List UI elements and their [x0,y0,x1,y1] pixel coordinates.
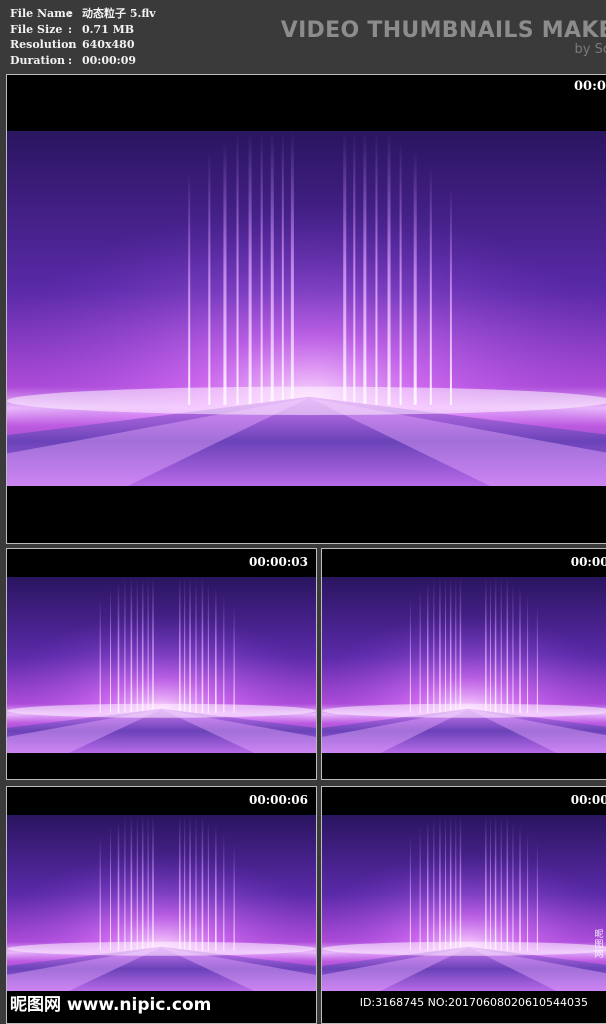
brand-subtitle: by Sc [574,42,606,57]
video-frame-image [7,131,606,486]
video-frame-image [7,577,316,753]
meta-value: 00:00:09 [82,53,137,67]
meta-row-file-size: File Size : 0.71 MB [10,22,156,38]
side-watermark: 昵图网 [594,930,604,960]
thumbnail-2[interactable]: 00:00: [321,548,606,780]
meta-value: 640x480 [82,38,135,51]
meta-key: File Size [10,22,63,36]
meta-row-file-name: File Name : 动态粒子 5.flv [10,6,156,22]
meta-key: File Name [10,7,73,20]
thumbnail-4[interactable]: 00:00: [321,786,606,1024]
meta-sep: : [68,38,73,51]
meta-row-resolution: Resolution : 640x480 [10,37,156,53]
brand-title: VIDEO THUMBNAILS MAKE [280,18,606,43]
thumbnail-3[interactable]: 00:00:06 [6,786,317,1024]
watermark-logo: 昵图网 www.nipic.com [10,995,212,1015]
timestamp-label: 00:00: [570,793,606,807]
video-frame-image [7,815,316,991]
meta-sep: : [68,7,73,20]
timestamp-label: 00:00:06 [249,793,308,807]
thumbnail-large[interactable]: 00:00 [6,74,606,544]
meta-key: Duration [10,53,66,67]
meta-row-duration: Duration : 00:00:09 [10,53,156,69]
timestamp-label: 00:00:03 [249,555,308,569]
meta-key: Resolution [10,38,77,51]
timestamp-label: 00:00 [574,79,606,94]
file-meta: File Name : 动态粒子 5.flv File Size : 0.71 … [10,6,156,68]
timestamp-label: 00:00: [570,555,606,569]
meta-value: 动态粒子 5.flv [82,7,156,20]
meta-value: 0.71 MB [82,22,135,36]
thumbnail-1[interactable]: 00:00:03 [6,548,317,780]
header: File Name : 动态粒子 5.flv File Size : 0.71 … [0,0,606,72]
meta-sep: : [68,53,73,67]
meta-sep: : [68,22,73,36]
video-frame-image [322,815,606,991]
watermark-id: ID:3168745 NO:20170608020610544035 [359,996,588,1009]
video-frame-image [322,577,606,753]
